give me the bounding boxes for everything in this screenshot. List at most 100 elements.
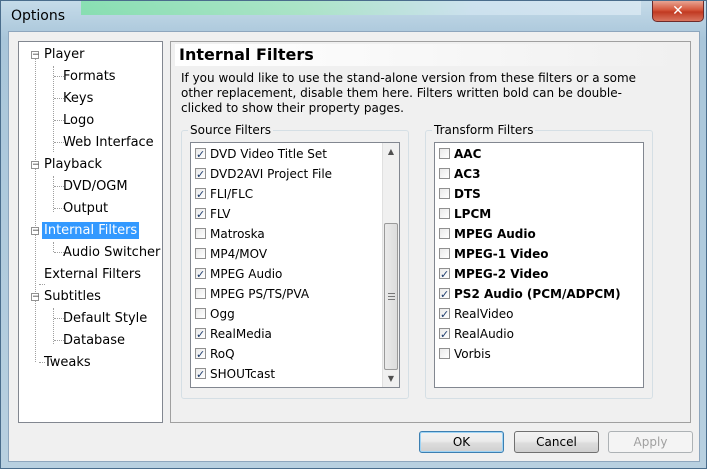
tree-item-label: Database	[63, 333, 126, 348]
checkbox[interactable]	[195, 308, 206, 319]
tree-item-label: Player	[44, 47, 85, 62]
tree-item-tweaks[interactable]: Tweaks	[44, 353, 91, 373]
scroll-down-arrow-icon[interactable]: ▼	[383, 370, 399, 387]
tree-item-formats[interactable]: Formats	[63, 67, 116, 87]
checkbox[interactable]	[195, 185, 206, 205]
tree-item-label: Web Interface	[63, 135, 154, 150]
list-item[interactable]: DVD2AVI Project File	[195, 164, 332, 185]
checkbox[interactable]	[439, 248, 450, 259]
page-description: If you would like to use the stand-alone…	[181, 71, 637, 115]
list-item[interactable]: FLI/FLC	[195, 184, 254, 205]
dialog-client-area: − − − − Player Formats Keys Logo Web Int…	[8, 31, 700, 462]
checkbox[interactable]	[195, 145, 206, 165]
list-item[interactable]: AAC	[439, 144, 481, 164]
list-item[interactable]: MPEG Audio	[195, 264, 282, 285]
checkbox[interactable]	[439, 348, 450, 359]
source-filters-scrollbar[interactable]: ▲ ▼	[382, 143, 399, 387]
list-item[interactable]: Matroska	[195, 224, 265, 244]
list-item[interactable]: RealMedia	[195, 324, 272, 345]
tree-item-label: Logo	[63, 113, 95, 128]
list-item-label: FLI/FLC	[210, 187, 254, 201]
list-item[interactable]: LPCM	[439, 204, 491, 224]
tree-item-external-filters[interactable]: External Filters	[44, 265, 141, 285]
scrollbar-thumb[interactable]	[384, 223, 398, 370]
options-tree[interactable]: − − − − Player Formats Keys Logo Web Int…	[18, 41, 163, 423]
tree-item-label: Tweaks	[44, 355, 91, 370]
checkbox[interactable]	[195, 325, 206, 345]
checkbox[interactable]	[195, 365, 206, 385]
list-item[interactable]: RoQ	[195, 344, 235, 365]
checkbox[interactable]	[195, 265, 206, 285]
source-filters-list[interactable]: DVD Video Title Set DVD2AVI Project File…	[190, 142, 400, 388]
apply-button[interactable]: Apply	[608, 431, 693, 453]
checkbox[interactable]	[195, 288, 206, 299]
collapse-player-icon[interactable]: −	[31, 51, 40, 60]
list-item[interactable]: RealAudio	[439, 324, 514, 345]
transform-filters-list[interactable]: AAC AC3 DTS LPCM MPEG Audio MPEG-1 Video…	[434, 142, 644, 388]
scroll-up-arrow-icon[interactable]: ▲	[383, 143, 399, 160]
list-item[interactable]: FLV	[195, 204, 231, 225]
tree-item-logo[interactable]: Logo	[63, 111, 94, 131]
options-window: Options ✕ − − − − Player Formats Keys Lo…	[0, 0, 707, 469]
ok-button[interactable]: OK	[419, 431, 504, 453]
checkbox[interactable]	[439, 208, 450, 219]
list-item[interactable]: SHOUTcast	[195, 364, 276, 385]
list-item-label: FLV	[210, 207, 231, 221]
list-item[interactable]: RealVideo	[439, 304, 514, 325]
list-item[interactable]: DTS	[439, 184, 481, 204]
list-item[interactable]: PS2 Audio (PCM/ADPCM)	[439, 284, 621, 305]
list-item[interactable]: MP4/MOV	[195, 244, 267, 264]
scrollbar-grip	[388, 293, 395, 294]
tree-item-database[interactable]: Database	[63, 331, 125, 351]
list-item[interactable]: MPEG Audio	[439, 224, 536, 244]
list-item[interactable]: AC3	[439, 164, 480, 184]
checkbox[interactable]	[439, 148, 450, 159]
checkbox[interactable]	[439, 325, 450, 345]
collapse-playback-icon[interactable]: −	[31, 161, 40, 170]
list-item-label: MP4/MOV	[210, 247, 268, 261]
list-item-label: Matroska	[210, 227, 265, 241]
checkbox[interactable]	[195, 248, 206, 259]
checkbox[interactable]	[195, 205, 206, 225]
tree-item-subtitles[interactable]: Subtitles	[44, 287, 101, 307]
collapse-subtitles-icon[interactable]: −	[31, 293, 40, 302]
checkbox[interactable]	[439, 305, 450, 325]
list-item-label: MPEG-2 Video	[454, 267, 549, 281]
tree-item-output[interactable]: Output	[63, 199, 108, 219]
checkbox[interactable]	[439, 285, 450, 305]
list-item[interactable]: Ogg	[195, 304, 235, 324]
title-bar[interactable]: Options ✕	[1, 1, 706, 31]
list-item[interactable]: MPEG-1 Video	[439, 244, 548, 264]
tree-item-web-interface[interactable]: Web Interface	[63, 133, 154, 153]
tree-item-label: DVD/OGM	[63, 179, 128, 194]
list-item-label: DTS	[454, 187, 481, 201]
tree-item-player[interactable]: Player	[44, 45, 84, 65]
tree-item-internal-filters[interactable]: Internal Filters	[42, 221, 140, 241]
list-item-label: SHOUTcast	[210, 367, 276, 381]
cancel-button[interactable]: Cancel	[514, 431, 599, 453]
list-item[interactable]: MPEG PS/TS/PVA	[195, 284, 309, 304]
tree-item-audio-switcher[interactable]: Audio Switcher	[63, 243, 160, 263]
tree-item-playback[interactable]: Playback	[44, 155, 102, 175]
list-item[interactable]: MPEG-2 Video	[439, 264, 549, 285]
list-item-label: DVD Video Title Set	[210, 147, 327, 161]
checkbox[interactable]	[195, 345, 206, 365]
checkbox[interactable]	[195, 165, 206, 185]
checkbox[interactable]	[439, 228, 450, 239]
checkbox[interactable]	[439, 168, 450, 179]
list-item-label: AAC	[454, 147, 482, 161]
checkbox[interactable]	[439, 265, 450, 285]
tree-item-dvd-ogm[interactable]: DVD/OGM	[63, 177, 128, 197]
tree-player-branch-line	[53, 66, 54, 152]
tree-root-line	[35, 56, 36, 362]
list-item[interactable]: Vorbis	[439, 344, 491, 364]
tree-item-label: Subtitles	[44, 289, 101, 304]
collapse-internal-filters-icon[interactable]: −	[31, 227, 40, 236]
tree-item-keys[interactable]: Keys	[63, 89, 93, 109]
checkbox[interactable]	[439, 188, 450, 199]
tree-item-default-style[interactable]: Default Style	[63, 309, 147, 329]
close-button[interactable]: ✕	[652, 1, 704, 22]
list-item[interactable]: DVD Video Title Set	[195, 144, 327, 165]
internal-filters-page: Internal Filters If you would like to us…	[170, 41, 691, 423]
checkbox[interactable]	[195, 228, 206, 239]
